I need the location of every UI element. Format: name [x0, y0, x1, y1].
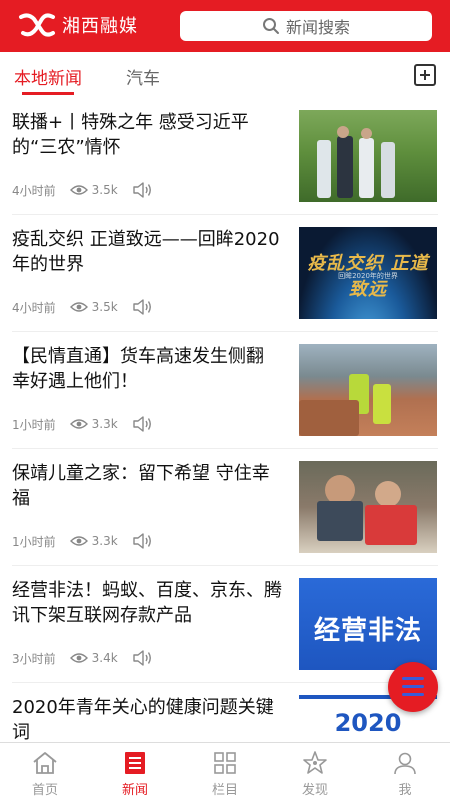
news-icon: [125, 752, 145, 774]
nav-label: 我: [398, 783, 412, 798]
news-meta: 1小时前 3.3k: [12, 531, 154, 551]
news-views: 3.3k: [91, 417, 118, 431]
nav-label: 新闻: [121, 783, 148, 798]
news-title[interactable]: 联播+丨特殊之年 感受习近平的“三农”情怀: [12, 110, 282, 160]
divider: [12, 565, 438, 566]
nav-columns[interactable]: 栏目: [180, 747, 270, 800]
speaker-icon[interactable]: [132, 297, 154, 317]
tab-local-news[interactable]: 本地新闻: [14, 64, 82, 89]
menu-icon[interactable]: [388, 662, 438, 712]
category-tabs: 本地新闻 汽车: [0, 52, 450, 98]
nav-discover[interactable]: 发现: [270, 747, 360, 800]
news-views: 3.4k: [91, 651, 118, 665]
news-thumbnail[interactable]: [299, 344, 437, 436]
news-views: 3.3k: [91, 534, 118, 548]
nav-label: 发现: [301, 783, 328, 798]
news-item[interactable]: 疫乱交织 正道致远——回眸2020年的世界 4小时前 3.5k 疫乱交织 正道致…: [0, 227, 450, 344]
eye-icon: [69, 653, 88, 663]
plus-square-icon[interactable]: [414, 64, 436, 86]
news-time: 4小时前: [12, 300, 56, 315]
logo-icon: [19, 13, 55, 37]
speaker-icon[interactable]: [132, 414, 154, 434]
news-title[interactable]: 保靖儿童之家：留下希望 守住幸福: [12, 461, 282, 511]
speaker-icon[interactable]: [132, 180, 154, 200]
news-time: 1小时前: [12, 534, 56, 549]
divider: [12, 448, 438, 449]
news-meta: 1小时前 3.3k: [12, 414, 154, 434]
nav-label: 栏目: [211, 783, 238, 798]
thumbnail-subcaption: 回眸2020年的世界: [338, 272, 398, 280]
speaker-icon[interactable]: [132, 531, 154, 551]
news-item[interactable]: 【民情直通】货车高速发生侧翻 幸好遇上他们！ 1小时前 3.3k: [0, 344, 450, 461]
nav-profile[interactable]: 我: [360, 747, 450, 800]
eye-icon: [69, 185, 88, 195]
discover-icon: [303, 751, 327, 774]
news-thumbnail[interactable]: 疫乱交织 正道致远 回眸2020年的世界: [299, 227, 437, 319]
tab-auto[interactable]: 汽车: [126, 64, 160, 89]
news-item[interactable]: 保靖儿童之家：留下希望 守住幸福 1小时前 3.3k: [0, 461, 450, 578]
news-views: 3.5k: [91, 183, 118, 197]
nav-label: 首页: [31, 783, 58, 798]
active-tab-indicator: [22, 92, 74, 95]
search-placeholder: 新闻搜索: [285, 18, 350, 37]
divider: [12, 214, 438, 215]
news-title[interactable]: 2020年青年关心的健康问题关键词: [12, 695, 282, 742]
news-meta: 4小时前 3.5k: [12, 297, 154, 317]
grid-icon: [214, 752, 236, 774]
search-box[interactable]: 新闻搜索: [180, 11, 432, 41]
news-item[interactable]: 2020年青年关心的健康问题关键词 2020: [0, 695, 450, 742]
app-logo: 湘西融媒: [18, 11, 138, 39]
app-name: 湘西融媒: [62, 16, 138, 37]
news-item[interactable]: 联播+丨特殊之年 感受习近平的“三农”情怀 4小时前 3.5k: [0, 110, 450, 227]
thumbnail-caption: 2020: [334, 709, 402, 737]
news-thumbnail[interactable]: [299, 110, 437, 202]
news-time: 3小时前: [12, 651, 56, 666]
top-header: 湘西融媒 新闻搜索: [0, 0, 450, 52]
news-meta: 3小时前 3.4k: [12, 648, 154, 668]
nav-home[interactable]: 首页: [0, 747, 90, 800]
eye-icon: [69, 302, 88, 312]
news-thumbnail[interactable]: 经营非法: [299, 578, 437, 670]
divider: [12, 331, 438, 332]
speaker-icon[interactable]: [132, 648, 154, 668]
eye-icon: [69, 419, 88, 429]
search-icon: [262, 18, 279, 34]
bottom-navigation: 首页 新闻 栏目 发现 我: [0, 742, 450, 800]
divider: [12, 682, 438, 683]
news-views: 3.5k: [91, 300, 118, 314]
news-title[interactable]: 疫乱交织 正道致远——回眸2020年的世界: [12, 227, 282, 277]
profile-icon: [394, 752, 416, 775]
home-icon: [33, 752, 57, 774]
news-meta: 4小时前 3.5k: [12, 180, 154, 200]
nav-news[interactable]: 新闻: [90, 747, 180, 800]
eye-icon: [69, 536, 88, 546]
news-time: 1小时前: [12, 417, 56, 432]
news-time: 4小时前: [12, 183, 56, 198]
news-item[interactable]: 经营非法！蚂蚁、百度、京东、腾讯下架互联网存款产品 3小时前 3.4k 经营非法: [0, 578, 450, 695]
news-title[interactable]: 经营非法！蚂蚁、百度、京东、腾讯下架互联网存款产品: [12, 578, 282, 628]
news-thumbnail[interactable]: [299, 461, 437, 553]
news-title[interactable]: 【民情直通】货车高速发生侧翻 幸好遇上他们！: [12, 344, 282, 394]
thumbnail-caption: 经营非法: [313, 616, 422, 646]
